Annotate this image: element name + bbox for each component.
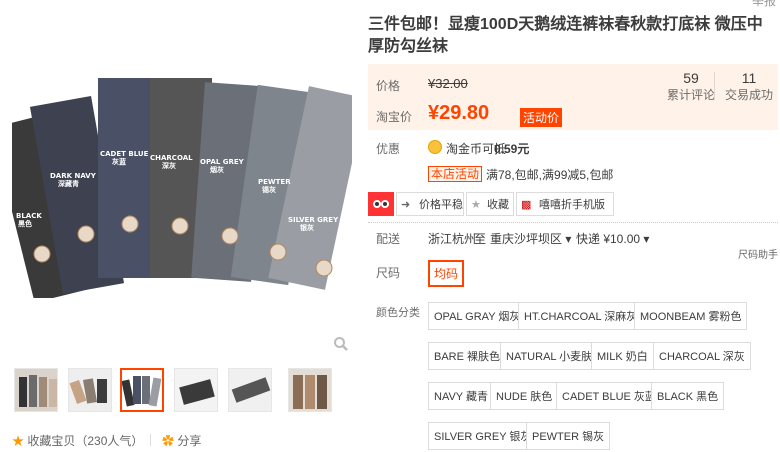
bottom-links: ★ 收藏宝贝（230人气） ✿ 分享 — [12, 432, 352, 450]
pkg-label-dark-navy: DARK NAVY — [50, 172, 97, 180]
delivery-to-word: 至 — [474, 232, 487, 246]
tool-bar: ➜ 价格平稳 ★ 收藏 ▩ 嘻嘻折手机版 — [368, 192, 628, 218]
thumbnail-4[interactable] — [174, 368, 218, 412]
color-option[interactable]: PEWTER 锡灰 — [526, 422, 611, 450]
review-count-label: 累计评论 — [666, 88, 715, 102]
caret-down-icon: ▾ — [565, 232, 572, 246]
mobile-version-button[interactable]: ▩ 嘻嘻折手机版 — [516, 192, 614, 216]
price-label: 价格 — [376, 79, 401, 93]
divider-line — [368, 222, 778, 223]
delivery-label: 配送 — [376, 232, 401, 246]
transaction-count-label: 交易成功 — [724, 88, 773, 102]
color-option[interactable]: HT.CHARCOAL 深麻灰 — [518, 302, 644, 330]
owl-logo-button[interactable] — [368, 192, 394, 216]
pkg-label-silver-grey-cn: 银灰 — [300, 223, 314, 232]
thumbnail-3-active[interactable] — [120, 368, 164, 412]
shop-promo-text: 满78,包邮,满99减5,包邮 — [486, 168, 614, 182]
delivery-from: 浙江杭州 — [428, 232, 477, 246]
coin-icon — [428, 140, 442, 154]
color-label: 颜色分类 — [376, 307, 420, 319]
thumbnail-1[interactable] — [14, 368, 58, 412]
price-trend-button[interactable]: ➜ 价格平稳 — [396, 192, 464, 216]
color-option[interactable]: MOONBEAM 雾粉色 — [634, 302, 748, 330]
owl-icon — [373, 200, 389, 208]
pkg-label-cadet-blue-cn: 灰蓝 — [112, 157, 126, 166]
report-link[interactable]: 举报 — [752, 0, 776, 9]
favorite-item-text: 收藏宝贝（230人气） — [27, 434, 144, 448]
mobile-version-label: 嘻嘻折手机版 — [539, 199, 605, 211]
favorite-label: 收藏 — [487, 199, 509, 211]
price-trend-label: 价格平稳 — [419, 199, 463, 211]
pkg-label-charcoal: CHARCOAL — [150, 154, 193, 162]
pkg-label-dark-navy-cn: 深藏青 — [58, 179, 79, 188]
share-text: 分享 — [177, 434, 202, 448]
color-option[interactable]: CHARCOAL 深灰 — [653, 342, 751, 370]
pkg-label-cadet-blue: CADET BLUE — [100, 150, 149, 158]
thumbnail-6[interactable] — [288, 368, 332, 412]
arrow-right-icon: ➜ — [401, 199, 411, 211]
pkg-label-opal-grey: OPAL GREY — [200, 158, 245, 166]
favorite-button[interactable]: ★ 收藏 — [466, 192, 514, 216]
transaction-count-value: 11 — [741, 70, 757, 86]
favorite-item-link[interactable]: ★ 收藏宝贝（230人气） — [12, 432, 143, 449]
thumbnail-strip — [12, 368, 352, 416]
coin-value: 0.59元 — [494, 142, 530, 156]
pkg-label-charcoal-cn: 深灰 — [162, 161, 176, 170]
color-option[interactable]: MILK 奶白 — [591, 342, 654, 370]
qr-code-icon: ▩ — [521, 199, 532, 211]
promo-badge: 活动价 — [520, 108, 563, 127]
review-count-value: 59 — [683, 70, 699, 86]
divider — [150, 434, 151, 446]
offers-row-coin: 优惠 淘金币可抵 0.59元 — [368, 140, 778, 156]
color-option[interactable]: OPAL GRAY 烟灰 — [428, 302, 527, 330]
taobao-price-label: 淘宝价 — [376, 110, 413, 124]
thumbnail-5[interactable] — [228, 368, 272, 412]
size-helper-link[interactable]: 尺码助手 — [738, 246, 778, 261]
pkg-label-pewter: PEWTER — [258, 178, 291, 186]
stat-divider — [714, 72, 715, 100]
share-link[interactable]: ✿ 分享 — [162, 432, 201, 449]
color-option[interactable]: NATURAL 小麦肤 — [500, 342, 599, 370]
star-icon: ★ — [471, 199, 481, 211]
transaction-count[interactable]: 11 交易成功 — [722, 70, 776, 103]
pkg-label-pewter-cn: 锡灰 — [262, 185, 276, 194]
pkg-label-black-cn: 黑色 — [18, 219, 32, 228]
review-count[interactable]: 59 累计评论 — [664, 70, 718, 103]
offers-row-shop: 本店活动 满78,包邮,满99减5,包邮 — [368, 166, 778, 182]
color-option[interactable]: NUDE 肤色 — [490, 382, 559, 410]
delivery-destination-select[interactable]: 重庆沙坪坝区 ▾ — [490, 230, 571, 247]
thumbnail-2[interactable] — [68, 368, 112, 412]
original-price: ¥32.00 — [428, 76, 468, 91]
star-icon: ★ — [12, 434, 25, 448]
price-box: 价格 ¥32.00 淘宝价 ¥29.80 活动价 59 累计评论 11 交易成功 — [368, 64, 778, 130]
color-option[interactable]: NAVY 藏青 — [428, 382, 494, 410]
express-fee[interactable]: 快递 ¥10.00 ▾ — [576, 230, 649, 247]
size-option-selected[interactable]: 均码 — [428, 260, 465, 287]
delivery-row: 配送 浙江杭州 至 重庆沙坪坝区 ▾ 快递 ¥10.00 ▾ 尺码助手 — [368, 230, 780, 261]
zoom-icon[interactable] — [333, 336, 349, 352]
color-option[interactable]: CADET BLUE 灰蓝 — [556, 382, 662, 410]
main-product-image[interactable]: BLACK 黑色 DARK NAVY 深藏青 CADET BLUE 灰蓝 CHA… — [12, 74, 352, 298]
color-option[interactable]: BARE 裸肤色 — [428, 342, 507, 370]
product-title: 三件包邮！显瘦100D天鹅绒连裤袜春秋款打底袜 微压中厚防勾丝袜 — [368, 16, 763, 55]
delivery-destination: 重庆沙坪坝区 — [490, 232, 563, 246]
express-fee-text: 快递 ¥10.00 — [576, 232, 641, 246]
size-label: 尺码 — [376, 266, 401, 280]
color-option[interactable]: BLACK 黑色 — [651, 382, 725, 410]
color-option[interactable]: SILVER GREY 银灰 — [428, 422, 538, 450]
pkg-label-silver-grey: SILVER GREY — [288, 216, 339, 224]
pkg-label-opal-grey-cn: 烟灰 — [210, 165, 224, 174]
share-icon: ✿ — [162, 434, 175, 448]
current-price: ¥29.80 — [428, 102, 490, 124]
pkg-label-black: BLACK — [16, 212, 42, 220]
caret-down-icon: ▾ — [643, 232, 650, 246]
shop-promo-tag: 本店活动 — [428, 166, 483, 182]
offers-label: 优惠 — [376, 142, 401, 156]
